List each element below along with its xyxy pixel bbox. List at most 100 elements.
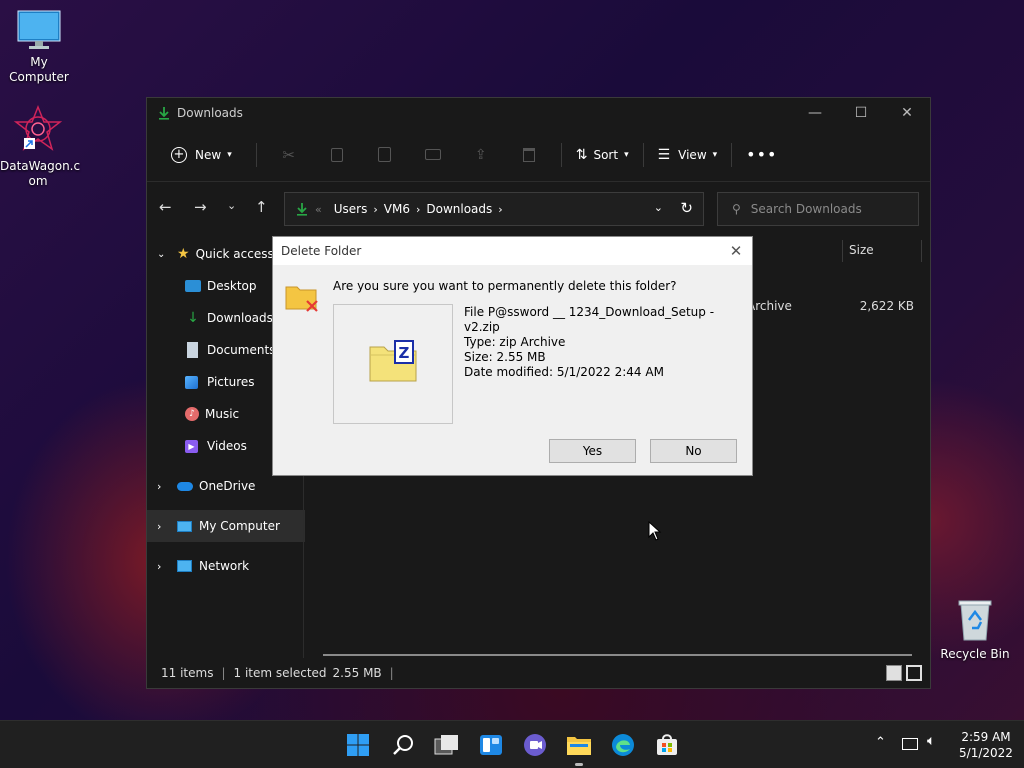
breadcrumb-users[interactable]: Users <box>334 202 368 216</box>
command-bar: + New ▾ ✂ ⇪ ⇅ Sort ▾ ☰ View ▾ ••• <box>147 128 930 182</box>
copy-icon <box>330 147 343 162</box>
videos-icon: ▶ <box>185 439 198 453</box>
cut-button[interactable]: ✂ <box>265 139 313 171</box>
breadcrumb-vm6[interactable]: VM6 <box>384 202 410 216</box>
delete-button[interactable] <box>505 139 553 171</box>
start-button[interactable] <box>342 729 374 761</box>
store-icon <box>657 734 677 755</box>
search-box[interactable]: ⚲ Search Downloads <box>717 192 919 226</box>
chevron-down-icon: ▾ <box>712 149 718 160</box>
network-tray-icon[interactable] <box>902 738 918 750</box>
windows-logo-icon <box>347 734 369 756</box>
widgets-button[interactable] <box>475 729 507 761</box>
back-button[interactable]: ← <box>159 198 172 216</box>
clock[interactable]: 2:59 AM 5/1/2022 <box>953 729 1019 761</box>
network-icon <box>177 560 192 572</box>
file-type: Archive <box>747 299 792 313</box>
task-view-button[interactable] <box>431 729 463 761</box>
nav-label: Desktop <box>207 279 257 293</box>
view-button[interactable]: ☰ View ▾ <box>652 139 724 171</box>
copy-button[interactable] <box>313 139 361 171</box>
tiles-view-button[interactable] <box>906 665 922 681</box>
title-bar[interactable]: Downloads — ☐ ✕ <box>147 98 930 128</box>
close-button[interactable]: ✕ <box>884 98 930 128</box>
selected-size: 2.55 MB <box>332 666 382 680</box>
download-icon: ↓ <box>187 310 199 326</box>
details-view-button[interactable] <box>886 665 902 681</box>
chevron-down-icon: ▾ <box>624 149 629 160</box>
nav-label: My Computer <box>199 519 280 533</box>
delete-folder-dialog: Delete Folder ✕ Are you sure you want to… <box>272 236 753 476</box>
toolbar-separator <box>560 142 562 167</box>
folder-delete-icon <box>285 286 318 312</box>
task-view-icon <box>434 735 458 755</box>
plus-circle-icon: + <box>171 146 187 163</box>
desktop-icon-datawagon[interactable]: DataWagon.c om <box>0 104 81 189</box>
column-header-size[interactable]: Size <box>849 243 874 257</box>
status-divider: | <box>221 666 226 680</box>
toolbar-separator <box>642 142 644 167</box>
new-button[interactable]: + New ▾ <box>165 139 238 171</box>
recent-locations-button[interactable]: ⌄ <box>227 199 236 212</box>
view-label: View <box>678 147 707 162</box>
widgets-icon <box>480 735 502 755</box>
chevron-right-icon: › <box>415 202 421 216</box>
nav-label: Network <box>199 559 250 573</box>
volume-icon[interactable]: 🔈︎ <box>927 733 935 749</box>
column-header-divider[interactable] <box>921 240 922 262</box>
download-icon <box>297 203 307 216</box>
sort-button[interactable]: ⇅ Sort ▾ <box>570 139 635 171</box>
dialog-title-bar[interactable]: Delete Folder <box>273 237 752 265</box>
rename-button[interactable] <box>409 139 457 171</box>
ellipsis-icon: ••• <box>746 145 778 164</box>
desktop-folder-icon <box>185 280 201 292</box>
chevron-right-icon: › <box>498 202 503 216</box>
mouse-cursor-icon <box>648 521 662 541</box>
forward-button[interactable]: → <box>194 198 207 216</box>
no-button[interactable]: No <box>650 439 737 463</box>
desktop-icon-label: Recycle Bin <box>940 647 1010 661</box>
nav-network[interactable]: › Network <box>147 550 305 582</box>
file-details: File P@ssword __ 1234_Download_Setup - v… <box>464 305 752 380</box>
search-button[interactable] <box>387 729 419 761</box>
nav-my-computer[interactable]: › My Computer <box>147 510 305 542</box>
address-dropdown-button[interactable]: ⌄ <box>654 201 663 214</box>
scissors-icon: ✂ <box>282 145 295 164</box>
desktop-icon-label: DataWagon.c om <box>0 159 81 188</box>
edge-icon <box>612 734 634 756</box>
chevron-down-icon: ▾ <box>227 149 232 160</box>
chat-button[interactable] <box>519 729 551 761</box>
yes-button[interactable]: Yes <box>549 439 636 463</box>
maximize-button[interactable]: ☐ <box>838 98 884 128</box>
store-button[interactable] <box>651 729 683 761</box>
chevron-down-icon: ⌄ <box>157 248 166 260</box>
cloud-icon <box>177 481 193 491</box>
address-bar[interactable]: « Users › VM6 › Downloads › ⌄ ↻ <box>284 192 704 226</box>
minimize-button[interactable]: — <box>792 98 838 128</box>
show-hidden-icons-button[interactable]: ⌃ <box>875 735 886 750</box>
nav-label: OneDrive <box>199 479 256 493</box>
status-bar: 11 items | 1 item selected 2.55 MB | <box>147 658 930 688</box>
star-icon: ★ <box>177 246 190 262</box>
refresh-button[interactable]: ↻ <box>680 199 693 217</box>
more-options-button[interactable]: ••• <box>740 139 783 171</box>
desktop-icon-recycle-bin[interactable]: Recycle Bin <box>937 598 1013 662</box>
column-header-divider[interactable] <box>842 240 843 262</box>
file-type: Type: zip Archive <box>464 335 566 349</box>
edge-button[interactable] <box>607 729 639 761</box>
up-button[interactable]: ↑ <box>255 198 268 216</box>
file-explorer-taskbar-button[interactable] <box>563 729 595 761</box>
rename-icon <box>424 149 441 160</box>
chevron-right-icon: › <box>157 519 162 533</box>
selected-count: 1 item selected <box>233 666 327 680</box>
paste-button[interactable] <box>361 139 409 171</box>
monitor-icon <box>177 520 192 532</box>
breadcrumb-downloads[interactable]: Downloads <box>426 202 492 216</box>
dialog-close-button[interactable]: ✕ <box>726 241 746 261</box>
file-name: File P@ssword __ 1234_Download_Setup - v… <box>464 305 715 334</box>
desktop-icon-my-computer[interactable]: My Computer <box>1 10 77 85</box>
horizontal-scrollbar[interactable] <box>323 654 912 656</box>
share-button[interactable]: ⇪ <box>457 139 505 171</box>
nav-label: Documents <box>207 343 276 357</box>
pictures-icon <box>185 375 198 389</box>
